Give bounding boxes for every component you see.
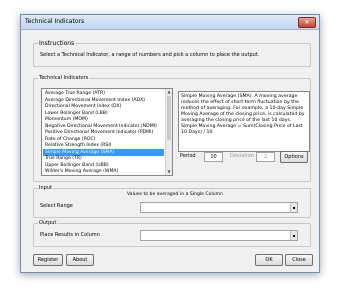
instructions-text: Select a Technical Indicator, a range of…: [40, 52, 260, 58]
about-button[interactable]: About: [66, 254, 94, 266]
output-legend: Output: [38, 220, 58, 227]
indicator-description: Simple Moving Average (SMA). A moving av…: [178, 91, 310, 152]
scroll-up-arrow-icon[interactable]: ▲: [166, 89, 172, 95]
output-group: Output Place Results in Column ▪: [33, 220, 311, 247]
scroll-down-arrow-icon[interactable]: ▼: [166, 169, 172, 175]
scroll-thumb[interactable]: [167, 96, 171, 140]
period-input[interactable]: 10: [204, 152, 223, 162]
input-hint-text: Values to be averaged in a Single Column: [127, 192, 224, 197]
output-column-input[interactable]: ▪: [140, 230, 298, 241]
select-range-input[interactable]: ▪: [140, 202, 298, 213]
title-bar[interactable]: Technical Indicators ✕: [21, 15, 319, 30]
range-picker-icon[interactable]: ▪: [290, 203, 297, 212]
options-button[interactable]: Options: [280, 151, 308, 163]
ok-button[interactable]: OK: [255, 254, 283, 266]
instructions-legend: Instructions: [38, 40, 76, 47]
period-label: Period: [180, 153, 196, 159]
technical-indicators-legend: Technical Indicators: [38, 75, 90, 82]
close-button[interactable]: Close: [285, 254, 313, 266]
close-window-button[interactable]: ✕: [298, 17, 316, 28]
instructions-group: Instructions Select a Technical Indicato…: [33, 40, 311, 67]
select-range-label: Select Range: [40, 203, 73, 209]
window-title: Technical Indicators: [25, 18, 85, 25]
input-group: Input Values to be averaged in a Single …: [33, 185, 311, 218]
technical-indicators-group: Technical Indicators Average True Range …: [33, 75, 311, 182]
register-button[interactable]: Register: [33, 254, 63, 266]
input-legend: Input: [38, 185, 53, 192]
indicator-listbox[interactable]: Average True Range (ATR) Average Directio…: [41, 88, 173, 176]
technical-indicators-dialog: Technical Indicators ✕ Instructions Sele…: [20, 14, 320, 273]
deviation-label: Deviation: [230, 153, 254, 159]
listbox-scrollbar[interactable]: ▲ ▼: [165, 89, 172, 175]
deviation-input[interactable]: 2: [256, 152, 275, 162]
column-picker-icon[interactable]: ▪: [290, 231, 297, 240]
indicator-list-item[interactable]: Wilder's Moving Average (WMA): [45, 168, 118, 175]
place-results-label: Place Results in Column: [40, 232, 100, 238]
